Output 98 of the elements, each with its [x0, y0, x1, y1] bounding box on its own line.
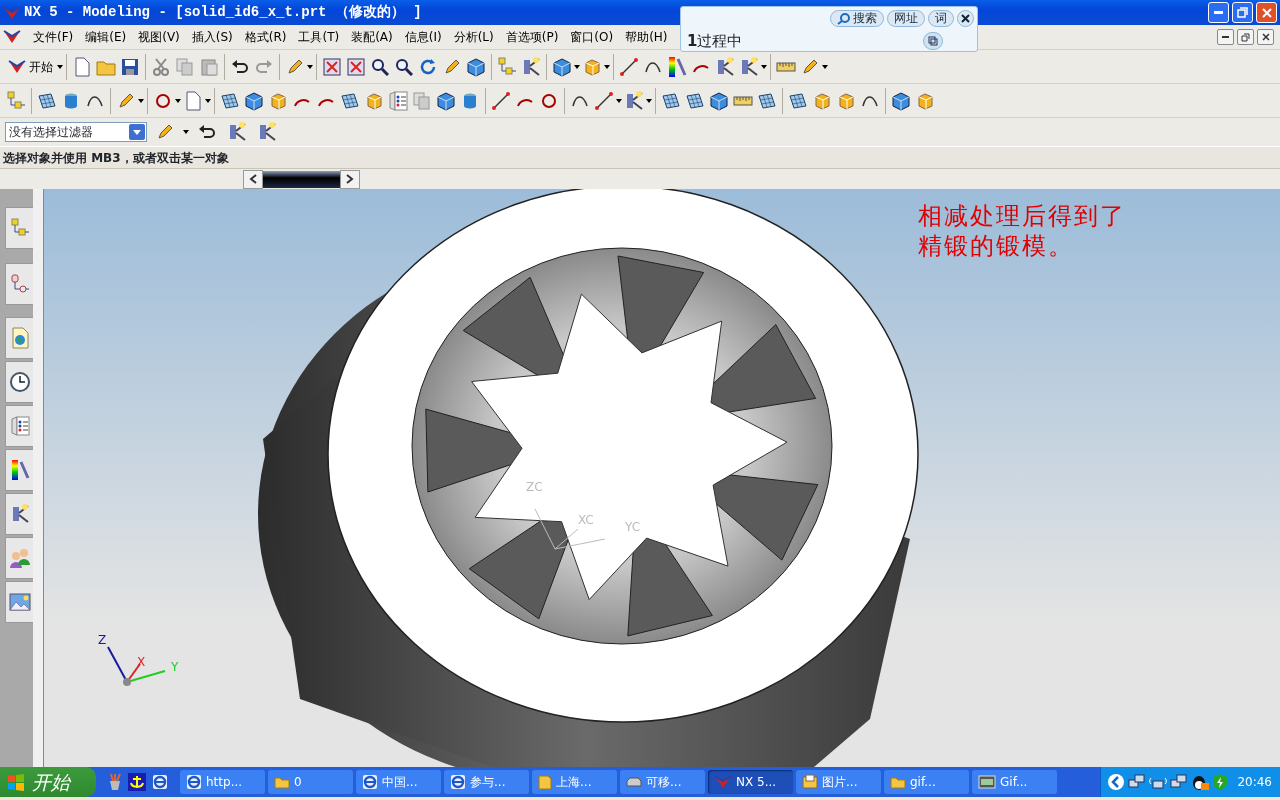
annotation-text: 精锻的锻模。 — [918, 232, 1075, 261]
restore-window-icon[interactable] — [923, 32, 943, 51]
wcs-axes-drawing — [534, 508, 606, 550]
network-icon[interactable] — [1128, 774, 1147, 790]
caret-icon[interactable] — [761, 64, 767, 69]
close-icon — [1261, 7, 1272, 18]
scroll-left-button[interactable] — [243, 169, 263, 189]
nx-logo-icon — [714, 774, 732, 790]
axis-label: Z — [98, 633, 107, 647]
browser-e-icon[interactable] — [152, 774, 168, 790]
restore-icon — [1237, 7, 1248, 18]
note-icon — [538, 774, 552, 790]
list-icon — [9, 415, 30, 437]
folder-icon — [890, 775, 906, 789]
search-button[interactable]: 搜索 — [830, 10, 884, 27]
popup-button[interactable]: 词 — [928, 10, 954, 27]
menu-item[interactable]: 格式(R) — [238, 28, 293, 46]
start-menu-button[interactable]: 开始 — [4, 57, 57, 76]
menu-item[interactable]: 视图(V) — [132, 28, 186, 46]
close-icon — [1261, 33, 1270, 41]
globe-page-icon — [9, 327, 30, 349]
people-icon — [8, 547, 31, 569]
folder-icon — [274, 775, 290, 789]
caret-icon[interactable] — [138, 98, 144, 103]
tree-icon — [9, 217, 30, 239]
list-icon[interactable] — [386, 88, 410, 113]
spectrum-icon — [9, 458, 30, 482]
caret-icon[interactable] — [822, 64, 828, 69]
caret-icon[interactable] — [604, 64, 610, 69]
penguin-icon[interactable] — [1191, 773, 1210, 791]
menu-item[interactable]: 工具(T) — [292, 28, 346, 46]
brush-cup-icon[interactable] — [108, 773, 122, 791]
axis-label: YC — [625, 520, 641, 534]
caret-icon[interactable] — [183, 130, 189, 134]
menu-item[interactable]: 首选项(P) — [499, 28, 565, 46]
node-tree-icon — [9, 273, 30, 295]
axis-label: XC — [578, 513, 594, 527]
chevron-left-icon[interactable] — [1107, 773, 1126, 791]
taskbar-button[interactable]: 0 — [268, 770, 353, 794]
annotation-text: 相减处理后得到了 — [918, 202, 1126, 231]
axis-label: ZC — [526, 480, 543, 494]
caret-icon[interactable] — [646, 98, 652, 103]
taskbar-button[interactable]: 中国... — [356, 770, 441, 794]
browser-e-icon — [450, 774, 466, 790]
restore-icon — [1241, 32, 1250, 42]
clock-time: 20:46 — [1237, 774, 1272, 791]
taskbar-button[interactable]: gif... — [884, 770, 969, 794]
close-icon — [961, 14, 970, 23]
scroll-right-button[interactable] — [340, 169, 360, 189]
close-button[interactable] — [957, 10, 974, 27]
close-button[interactable] — [1257, 29, 1274, 45]
taskbar-button[interactable]: 参与... — [444, 770, 529, 794]
minimize-icon — [1222, 36, 1229, 38]
caret-icon[interactable] — [175, 98, 181, 103]
menu-item[interactable]: 窗口(O) — [564, 28, 620, 46]
menu-item[interactable]: 编辑(E) — [79, 28, 133, 46]
minimize-icon — [1214, 11, 1223, 14]
popup-text: 1过程中 — [687, 31, 743, 52]
network-icon[interactable] — [1170, 774, 1189, 790]
scroll-thumb[interactable] — [263, 170, 340, 188]
search-icon — [837, 12, 851, 25]
start-button[interactable]: 开始 — [0, 767, 96, 797]
nx-logo-icon — [3, 4, 21, 21]
clock-icon — [8, 371, 31, 393]
nx-logo-icon — [8, 58, 26, 75]
landscape-picture-icon — [8, 592, 31, 612]
caret-icon[interactable] — [574, 64, 580, 69]
menu-item[interactable]: 文件(F) — [27, 28, 80, 46]
caret-icon[interactable] — [205, 98, 211, 103]
popup-button[interactable]: 网址 — [887, 10, 925, 27]
taskbar-button[interactable]: 图片... — [796, 770, 881, 794]
menu-item[interactable]: 分析(L) — [447, 28, 500, 46]
menu-item[interactable]: 帮助(H) — [619, 28, 674, 46]
caret-icon[interactable] — [616, 98, 622, 103]
picture-icon — [802, 774, 818, 790]
taskbar-button[interactable]: 上海... — [532, 770, 617, 794]
browser-e-icon — [362, 774, 378, 790]
window-title: NX 5 - Modeling - [solid_id6_x_t.prt （修改的） ] — [24, 3, 422, 22]
status-message: 选择对象并使用 MB3，或者双击某一对象 — [2, 149, 229, 167]
browser-e-icon — [186, 774, 202, 790]
gif-app-icon — [978, 775, 996, 789]
caret-icon[interactable] — [57, 64, 63, 69]
taskbar-button[interactable]: http... — [180, 770, 265, 794]
taskbar-button[interactable]: Gif... — [972, 770, 1057, 794]
taskbar-button[interactable]: NX 5... — [708, 770, 793, 794]
axis-label: Y — [171, 660, 179, 674]
menu-item[interactable]: 插入(S) — [185, 28, 239, 46]
nx-logo-icon — [3, 29, 21, 45]
drive-icon — [626, 777, 642, 787]
minimize-button[interactable] — [1217, 29, 1234, 45]
anchor-icon[interactable] — [128, 773, 146, 791]
taskbar-button[interactable]: 可移... — [620, 770, 705, 794]
view-triad-drawing — [107, 646, 166, 686]
windows-flag-icon — [6, 772, 26, 792]
menu-item[interactable]: 装配(A) — [345, 28, 399, 46]
menu-item[interactable]: 信息(I) — [398, 28, 448, 46]
selection-filter-dropdown[interactable]: 没有选择过滤器 — [5, 122, 147, 142]
caret-icon[interactable] — [307, 64, 313, 69]
